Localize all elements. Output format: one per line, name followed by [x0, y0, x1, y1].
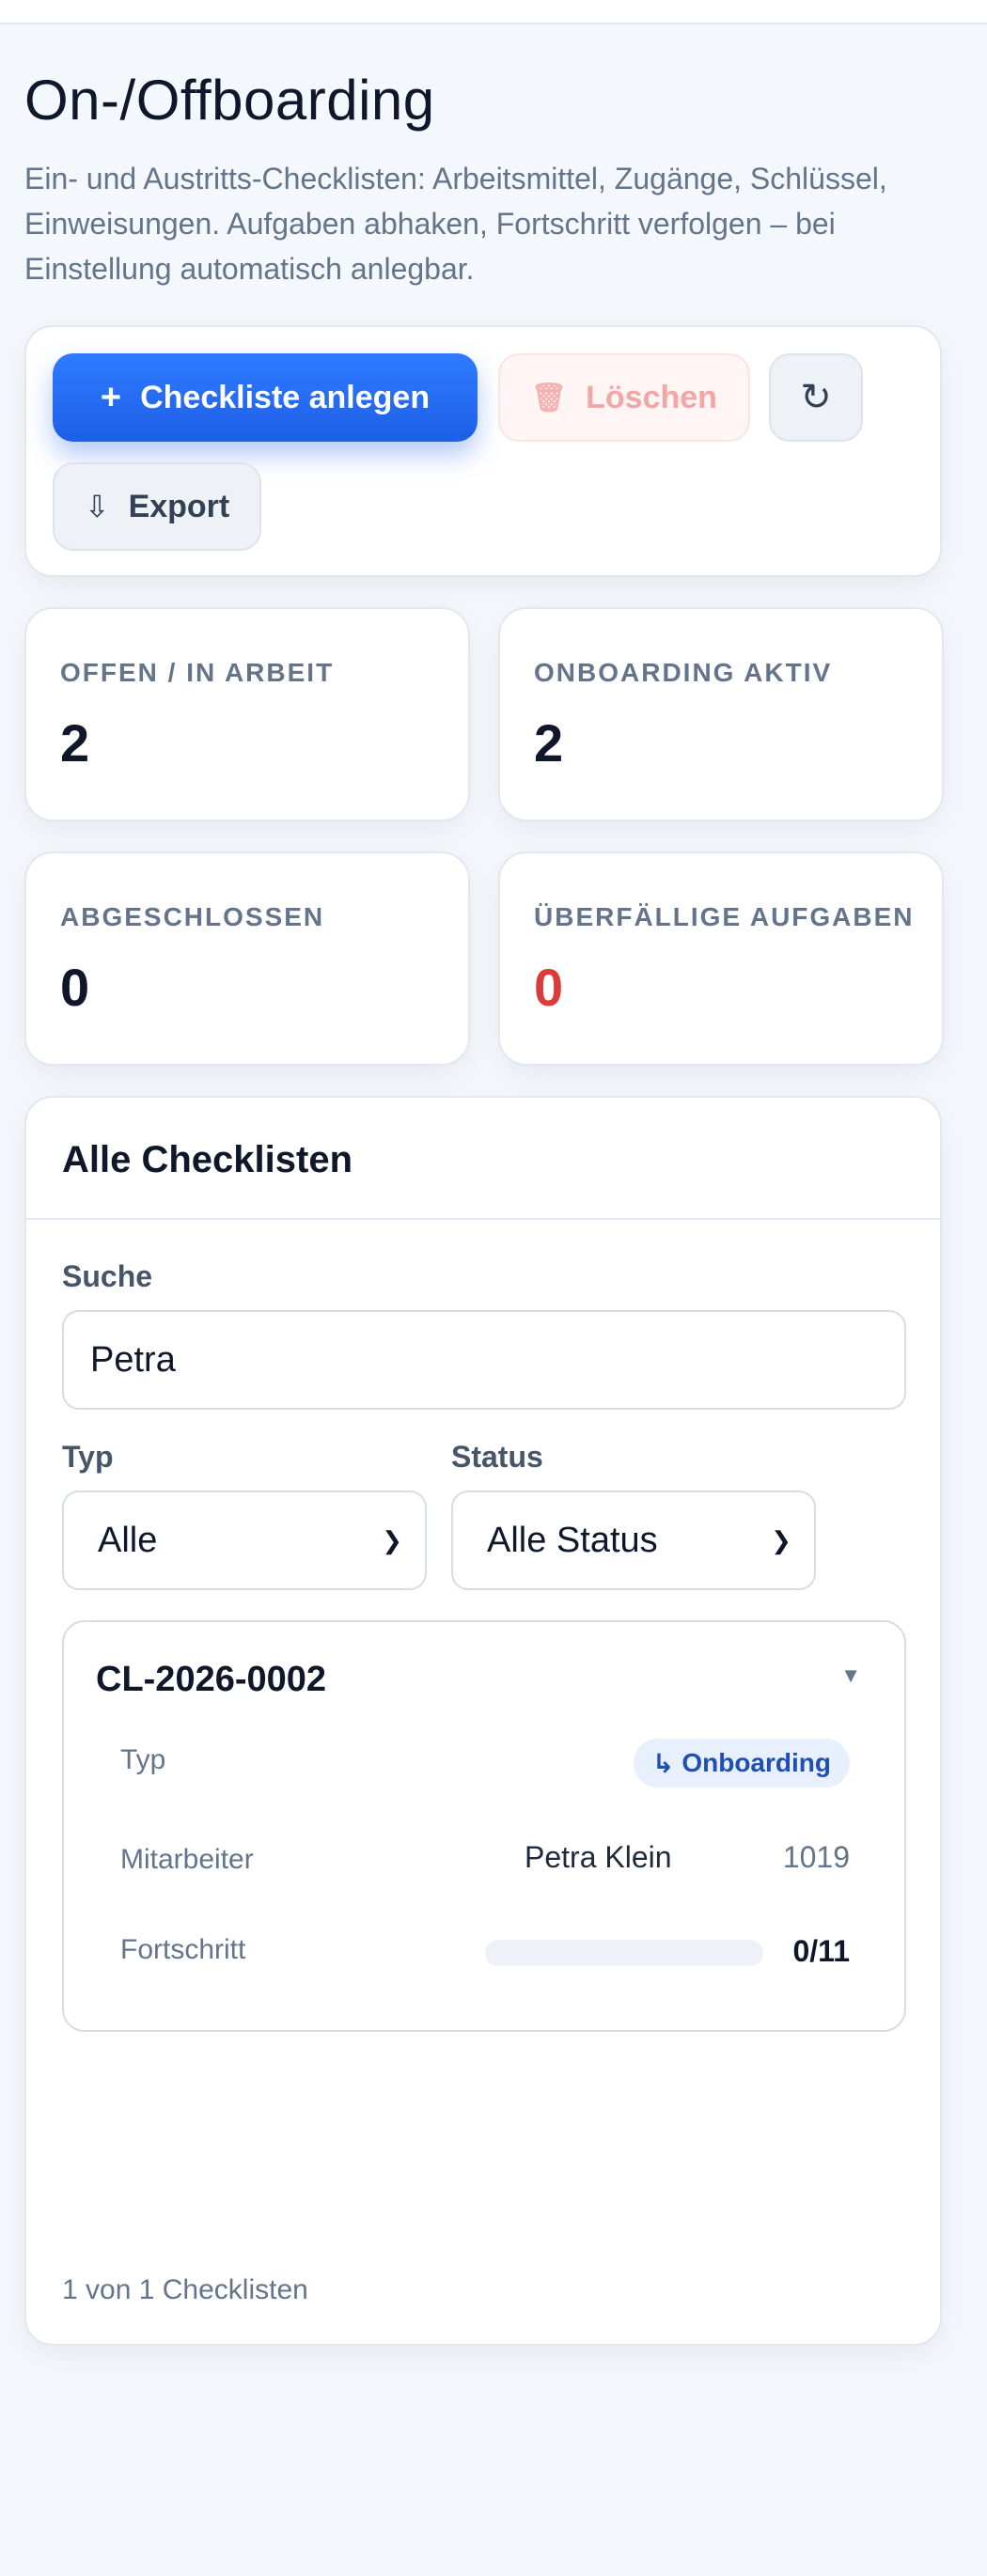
employee-number: 1019 [782, 1840, 850, 1874]
type-filter-select[interactable]: Alle ❯ [62, 1491, 427, 1590]
toolbar: + Checkliste anlegen 🗑 Löschen ↻ ⇩ Expor… [24, 325, 942, 577]
top-bar [0, 0, 987, 24]
page-description: Ein- und Austritts-Checklisten: Arbeitsm… [24, 162, 887, 286]
stat-label: OFFEN / IN ARBEIT [60, 658, 335, 687]
checklist-panel: Alle Checklisten Suche Petra Typ Alle ❯ … [24, 1096, 942, 2346]
create-checklist-label: Checkliste anlegen [140, 379, 431, 415]
employee-label: Mitarbeiter [120, 1844, 254, 1875]
type-filter-value: Alle [98, 1520, 158, 1560]
search-label: Suche [62, 1259, 153, 1293]
expand-toggle-icon[interactable]: ▼ [840, 1663, 861, 1688]
type-label: Typ [120, 1744, 166, 1775]
stat-card-overdue: ÜBERFÄLLIGE AUFGABEN 0 [498, 851, 944, 1066]
refresh-icon: ↻ [800, 377, 832, 418]
stat-label: ABGESCHLOSSEN [60, 902, 325, 931]
stat-card-completed: ABGESCHLOSSEN 0 [24, 851, 470, 1066]
stat-label: ÜBERFÄLLIGE AUFGABEN [534, 902, 915, 931]
chevron-down-icon: ❯ [771, 1525, 791, 1554]
stat-card-open: OFFEN / IN ARBEIT 2 [24, 607, 470, 821]
create-checklist-button[interactable]: + Checkliste anlegen [53, 353, 478, 442]
page-title: On-/Offboarding [24, 69, 435, 132]
panel-title: Alle Checklisten [62, 1139, 353, 1180]
progress-count: 0/11 [792, 1934, 850, 1968]
download-icon: ⇩ [84, 490, 110, 523]
checklist-card[interactable]: CL-2026-0002 ▼ Typ ↳ Onboarding Mitarbei… [62, 1620, 906, 2032]
type-filter-label: Typ [62, 1440, 114, 1474]
list-footer-count: 1 von 1 Checklisten [62, 2274, 308, 2305]
progress-bar [485, 1940, 763, 1966]
status-filter-label: Status [451, 1440, 543, 1474]
trash-icon: 🗑 [531, 382, 568, 414]
stat-value: 0 [60, 958, 90, 1017]
type-badge: ↳ Onboarding [633, 1739, 850, 1788]
progress-label: Fortschritt [120, 1934, 246, 1965]
employee-name: Petra Klein [525, 1840, 672, 1874]
stat-label: ONBOARDING AKTIV [534, 658, 833, 687]
delete-label: Löschen [586, 379, 717, 415]
refresh-button[interactable]: ↻ [769, 353, 863, 442]
checklist-id: CL-2026-0002 [96, 1660, 327, 1699]
arrow-icon: ↳ [651, 1748, 675, 1778]
stat-value: 2 [534, 713, 564, 773]
chevron-down-icon: ❯ [382, 1525, 402, 1554]
export-button[interactable]: ⇩ Export [53, 462, 261, 551]
stat-value: 2 [60, 713, 90, 773]
status-filter-value: Alle Status [487, 1520, 658, 1560]
plus-icon: + [100, 377, 122, 417]
delete-button[interactable]: 🗑 Löschen [498, 353, 750, 442]
stat-card-onboarding: ONBOARDING AKTIV 2 [498, 607, 944, 821]
search-input[interactable]: Petra [62, 1310, 906, 1410]
search-value: Petra [90, 1339, 176, 1380]
stat-value: 0 [534, 958, 564, 1017]
type-badge-label: Onboarding [682, 1748, 831, 1777]
panel-header: Alle Checklisten [26, 1098, 940, 1220]
status-filter-select[interactable]: Alle Status ❯ [451, 1491, 816, 1590]
export-label: Export [128, 488, 230, 524]
